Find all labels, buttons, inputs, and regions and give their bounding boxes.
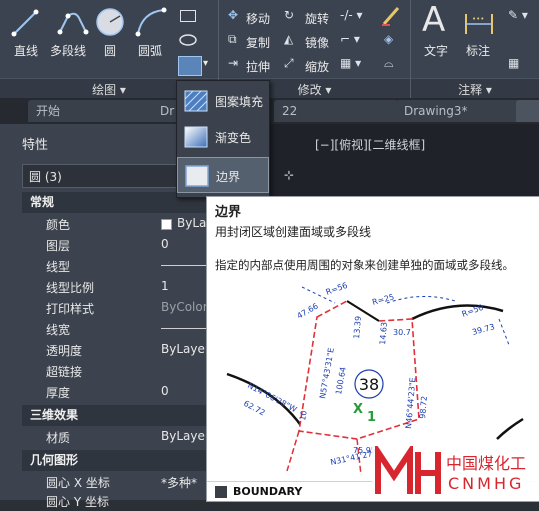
property-row-center-y[interactable]: 圆心 Y 坐标 (0, 490, 213, 511)
arc-icon[interactable] (134, 6, 168, 38)
dimension-icon[interactable]: ••• (462, 10, 496, 36)
section-3d-effects[interactable]: 三维效果 (22, 405, 213, 426)
tooltip-detail: 指定的内部点使用周围的对象来创建单独的面域或多段线。 (215, 258, 514, 272)
tooltip-command: BOUNDARY (233, 485, 303, 498)
property-row-center-x[interactable]: 圆心 X 坐标 *多种* (0, 471, 213, 492)
offset-icon[interactable]: ⌓ (384, 56, 394, 71)
lot-edge (286, 430, 300, 472)
selection-value: 圆 (3) (29, 170, 62, 184)
array-icon[interactable]: ▦ ▾ (340, 56, 361, 70)
color-swatch-icon (161, 219, 172, 230)
dimension-tool-label[interactable]: 标注 (466, 42, 490, 59)
watermark: 中国煤化工 CNMHG (372, 444, 539, 500)
rectangle-icon[interactable] (180, 10, 196, 22)
menu-item-hatch[interactable]: 图案填充 (177, 83, 269, 119)
curve-left (226, 372, 304, 428)
hatch-button[interactable] (178, 56, 202, 76)
tooltip-description: 用封闭区域创建面域或多段线 (215, 225, 372, 239)
watermark-logo (375, 446, 441, 494)
dim-label: 62.72 (242, 399, 266, 418)
polyline-icon[interactable] (56, 8, 90, 38)
gradient-icon (184, 126, 208, 148)
property-row-color[interactable]: 颜色 ByLay (0, 213, 213, 234)
selection-dropdown[interactable]: 圆 (3) (22, 164, 194, 188)
watermark-cn: 中国煤化工 (446, 454, 527, 473)
section-geometry[interactable]: 几何图形 (22, 450, 213, 471)
tab-22[interactable]: 22 (274, 100, 398, 122)
dim-label: 30.7 (393, 328, 411, 337)
move-icon[interactable]: ✥ (228, 8, 238, 22)
trim-icon[interactable]: -/- ▾ (340, 8, 363, 22)
properties-title: 特性 (22, 138, 49, 153)
property-row-transparency[interactable]: 透明度 ByLayer (0, 339, 213, 360)
rotate-icon[interactable]: ↻ (284, 8, 294, 22)
curve-bottom-right (496, 417, 524, 440)
dim-label: R=56 (325, 281, 349, 297)
leader-line (386, 295, 456, 304)
linetype-sample (161, 265, 207, 266)
line-tool-label[interactable]: 直线 (14, 42, 38, 59)
property-row-thickness[interactable]: 厚度 0 (0, 381, 213, 402)
leader-icon[interactable]: ✎ ▾ (508, 8, 528, 22)
arc-tool-label[interactable]: 圆弧 (138, 42, 162, 59)
curve-top-right (411, 304, 504, 321)
property-row-lineweight[interactable]: 线宽 (0, 318, 213, 339)
quick-select-icon[interactable]: ⊹ (284, 168, 294, 182)
move-label[interactable]: 移动 (246, 10, 270, 27)
scale-label[interactable]: 缩放 (305, 58, 329, 75)
scale-icon[interactable]: ⤢ (284, 56, 294, 71)
hatch-icon (184, 90, 208, 112)
copy-label[interactable]: 复制 (246, 34, 270, 51)
line-icon[interactable] (10, 8, 40, 38)
point-x: X (353, 402, 363, 417)
property-row-material[interactable]: 材质 ByLayer (0, 426, 213, 447)
watermark-en: CNMHG (448, 474, 525, 493)
boundary-icon (185, 165, 209, 187)
tab-drawing3[interactable]: Drawing3* (396, 100, 522, 122)
fillet-icon[interactable]: ⌐ ▾ (340, 32, 360, 46)
property-row-layer[interactable]: 图层 0 (0, 234, 213, 255)
dim-label: 39.73 (471, 322, 495, 337)
hatch-dropdown-chevron-icon[interactable]: ▾ (203, 58, 208, 69)
stretch-icon[interactable]: ⇥ (228, 56, 238, 70)
svg-text:•••: ••• (472, 15, 484, 23)
menu-item-boundary[interactable]: 边界 (177, 157, 269, 193)
dim-label: 10 (298, 410, 309, 422)
rotate-label[interactable]: 旋转 (305, 10, 329, 27)
explode-icon[interactable]: ◈ (384, 32, 393, 46)
circle-tool-label[interactable]: 圆 (104, 42, 116, 59)
text-icon[interactable]: A (422, 0, 445, 40)
copy-icon[interactable]: ⧉ (228, 32, 237, 47)
autocad-icon (215, 486, 227, 498)
mirror-label[interactable]: 镜像 (305, 34, 329, 51)
erase-icon[interactable] (380, 6, 402, 26)
polyline-tool-label[interactable]: 多段线 (50, 42, 86, 59)
tooltip-title: 边界 (215, 205, 242, 220)
property-row-plot-style[interactable]: 打印样式 ByColor (0, 297, 213, 318)
tab-start[interactable]: 开始 (28, 100, 156, 122)
tab-more[interactable] (516, 100, 539, 122)
text-tool-label[interactable]: 文字 (424, 42, 448, 59)
menu-item-gradient[interactable]: 渐变色 (177, 119, 269, 155)
viewport-label[interactable]: [−][俯视][二维线框] (315, 136, 425, 153)
annotation-panel-bar[interactable]: 注释 ▾ (411, 78, 539, 99)
spline-icon[interactable] (178, 32, 198, 48)
leader-line (498, 318, 510, 346)
table-icon[interactable]: ▦ (508, 56, 519, 70)
property-row-hyperlink[interactable]: 超链接 (0, 360, 213, 381)
property-row-linetype-scale[interactable]: 线型比例 1 (0, 276, 213, 297)
lot-number: 38 (359, 375, 379, 394)
dim-label: R=25 (371, 292, 395, 307)
property-row-linetype[interactable]: 线型 (0, 255, 213, 276)
dim-label: 98.72 (418, 396, 429, 420)
hatch-dropdown-menu: 图案填充 渐变色 边界 (176, 80, 270, 198)
stretch-label[interactable]: 拉伸 (246, 58, 270, 75)
mirror-icon[interactable]: ◭ (284, 32, 293, 46)
lineweight-sample (161, 328, 207, 329)
point-1: 1 (367, 410, 376, 425)
circle-icon[interactable] (94, 6, 126, 38)
